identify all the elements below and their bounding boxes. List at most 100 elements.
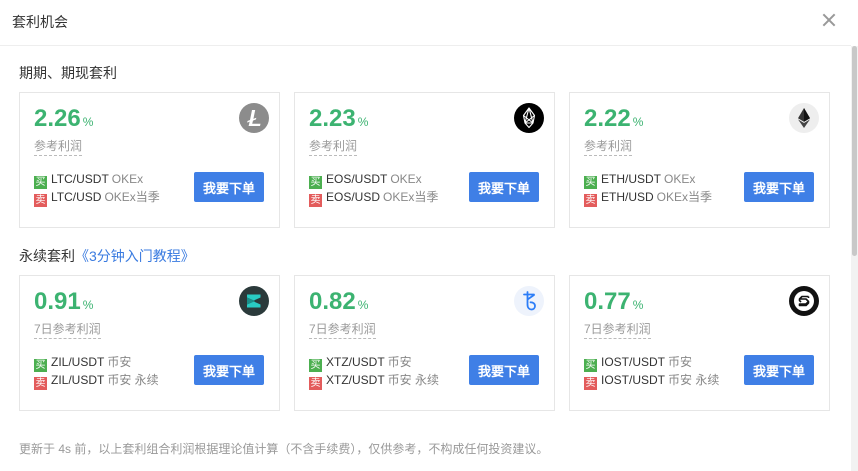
sell-exchange: 币安 永续 — [107, 373, 159, 387]
trade-legs: 买 ZIL/USDT 币安 卖 ZIL/USDT 币安 永续 — [34, 354, 159, 390]
sell-tag: 卖 — [309, 194, 322, 207]
sell-exchange: OKEx当季 — [656, 190, 713, 204]
arbitrage-card-eos: 2.23% 参考利润 买 EOS/USDT OKEx 卖 EOS/USD OKEx当季 … — [294, 92, 555, 228]
reference-profit-label[interactable]: 参考利润 — [584, 137, 633, 156]
rate-percent: % — [632, 115, 644, 129]
trade-legs: 买 EOS/USDT OKEx 卖 EOS/USD OKEx当季 — [309, 171, 438, 207]
buy-tag: 买 — [34, 359, 47, 372]
sell-pair: ETH/USD — [601, 190, 654, 204]
rate-percent: % — [82, 115, 94, 129]
buy-exchange: 币安 — [107, 355, 132, 369]
reference-profit-label[interactable]: 参考利润 — [34, 137, 83, 156]
dialog-title: 套利机会 — [12, 14, 68, 30]
tutorial-link[interactable]: 《3分钟入门教程》 — [75, 248, 195, 264]
buy-leg: 买 IOST/USDT 币安 — [584, 354, 719, 372]
rate-value: 2.26 — [34, 105, 81, 132]
sell-leg: 卖 EOS/USD OKEx当季 — [309, 189, 438, 207]
buy-pair: ZIL/USDT — [51, 355, 105, 369]
buy-tag: 买 — [584, 359, 597, 372]
sell-leg: 卖 LTC/USD OKEx当季 — [34, 189, 160, 207]
trade-legs: 买 ETH/USDT OKEx 卖 ETH/USD OKEx当季 — [584, 171, 712, 207]
reference-profit-label[interactable]: 参考利润 — [309, 137, 358, 156]
buy-pair: EOS/USDT — [326, 172, 388, 186]
sell-exchange: OKEx当季 — [383, 190, 439, 204]
sell-leg: 卖 IOST/USDT 币安 永续 — [584, 372, 719, 390]
tezos-icon — [514, 286, 544, 316]
buy-exchange: OKEx — [390, 172, 422, 186]
rate-percent: % — [357, 115, 369, 129]
buy-leg: 买 XTZ/USDT 币安 — [309, 354, 439, 372]
buy-leg: 买 ETH/USDT OKEx — [584, 171, 712, 189]
sell-exchange: 币安 永续 — [668, 373, 720, 387]
profit-rate: 0.77% — [584, 288, 643, 316]
sell-pair: ZIL/USDT — [51, 373, 105, 387]
rate-value: 0.82 — [309, 288, 356, 315]
place-order-button[interactable]: 我要下单 — [469, 172, 539, 202]
buy-exchange: 币安 — [387, 355, 412, 369]
sell-exchange: 币安 永续 — [387, 373, 440, 387]
scrollbar-thumb[interactable] — [852, 46, 857, 256]
arbitrage-card-iost: 0.77% 7日参考利润 买 IOST/USDT 币安 卖 IOST/USDT 币安 永… — [569, 275, 830, 411]
sell-pair: XTZ/USDT — [326, 373, 385, 387]
ethereum-icon — [789, 103, 819, 133]
buy-leg: 买 LTC/USDT OKEx — [34, 171, 160, 189]
sell-tag: 卖 — [34, 194, 47, 207]
scrollbar[interactable] — [851, 46, 858, 471]
sell-tag: 卖 — [309, 377, 322, 390]
sell-leg: 卖 ETH/USD OKEx当季 — [584, 189, 712, 207]
buy-tag: 买 — [309, 359, 322, 372]
arbitrage-card-ltc: 2.26% 参考利润 买 LTC/USDT OKEx 卖 LTC/USD OKEx当季 … — [19, 92, 280, 228]
sell-tag: 卖 — [34, 377, 47, 390]
perpetual-section-label: 永续套利 — [19, 248, 75, 264]
rate-percent: % — [82, 298, 94, 312]
sell-tag: 卖 — [584, 194, 597, 207]
buy-leg: 买 EOS/USDT OKEx — [309, 171, 438, 189]
close-icon[interactable] — [819, 10, 839, 30]
buy-pair: ETH/USDT — [601, 172, 661, 186]
dialog-header: 套利机会 — [0, 0, 851, 46]
eos-icon — [514, 103, 544, 133]
rate-value: 2.23 — [309, 105, 356, 132]
buy-exchange: OKEx — [111, 172, 144, 186]
trade-legs: 买 LTC/USDT OKEx 卖 LTC/USD OKEx当季 — [34, 171, 160, 207]
litecoin-icon — [239, 103, 269, 133]
perpetual-section-title: 永续套利《3分钟入门教程》 — [19, 246, 195, 266]
buy-exchange: OKEx — [664, 172, 696, 186]
seven-day-profit-label[interactable]: 7日参考利润 — [584, 320, 651, 339]
buy-tag: 买 — [34, 176, 47, 189]
place-order-button[interactable]: 我要下单 — [744, 355, 814, 385]
sell-pair: IOST/USDT — [601, 373, 666, 387]
sell-leg: 卖 ZIL/USDT 币安 永续 — [34, 372, 159, 390]
buy-leg: 买 ZIL/USDT 币安 — [34, 354, 159, 372]
place-order-button[interactable]: 我要下单 — [469, 355, 539, 385]
seven-day-profit-label[interactable]: 7日参考利润 — [309, 320, 376, 339]
futures-section-label: 期期、期现套利 — [19, 65, 117, 81]
seven-day-profit-label[interactable]: 7日参考利润 — [34, 320, 101, 339]
sell-exchange: OKEx当季 — [104, 190, 160, 204]
rate-value: 0.77 — [584, 288, 631, 315]
profit-rate: 2.22% — [584, 105, 643, 133]
profit-rate: 0.91% — [34, 288, 93, 316]
trade-legs: 买 XTZ/USDT 币安 卖 XTZ/USDT 币安 永续 — [309, 354, 439, 390]
trade-legs: 买 IOST/USDT 币安 卖 IOST/USDT 币安 永续 — [584, 354, 719, 390]
place-order-button[interactable]: 我要下单 — [744, 172, 814, 202]
futures-section-title: 期期、期现套利 — [19, 63, 117, 83]
rate-percent: % — [632, 298, 644, 312]
sell-tag: 卖 — [584, 377, 597, 390]
sell-pair: LTC/USD — [51, 190, 102, 204]
arbitrage-card-eth: 2.22% 参考利润 买 ETH/USDT OKEx 卖 ETH/USD OKEx当季 … — [569, 92, 830, 228]
arbitrage-card-zil: 0.91% 7日参考利润 买 ZIL/USDT 币安 卖 ZIL/USDT 币安 永续 … — [19, 275, 280, 411]
zilliqa-icon — [239, 286, 269, 316]
rate-value: 0.91 — [34, 288, 81, 315]
rate-percent: % — [357, 298, 369, 312]
buy-pair: LTC/USDT — [51, 172, 109, 186]
buy-tag: 买 — [584, 176, 597, 189]
rate-value: 2.22 — [584, 105, 631, 132]
place-order-button[interactable]: 我要下单 — [194, 355, 264, 385]
sell-pair: EOS/USD — [326, 190, 381, 204]
iost-icon — [789, 286, 819, 316]
buy-exchange: 币安 — [668, 355, 693, 369]
buy-tag: 买 — [309, 176, 322, 189]
buy-pair: XTZ/USDT — [326, 355, 385, 369]
place-order-button[interactable]: 我要下单 — [194, 172, 264, 202]
